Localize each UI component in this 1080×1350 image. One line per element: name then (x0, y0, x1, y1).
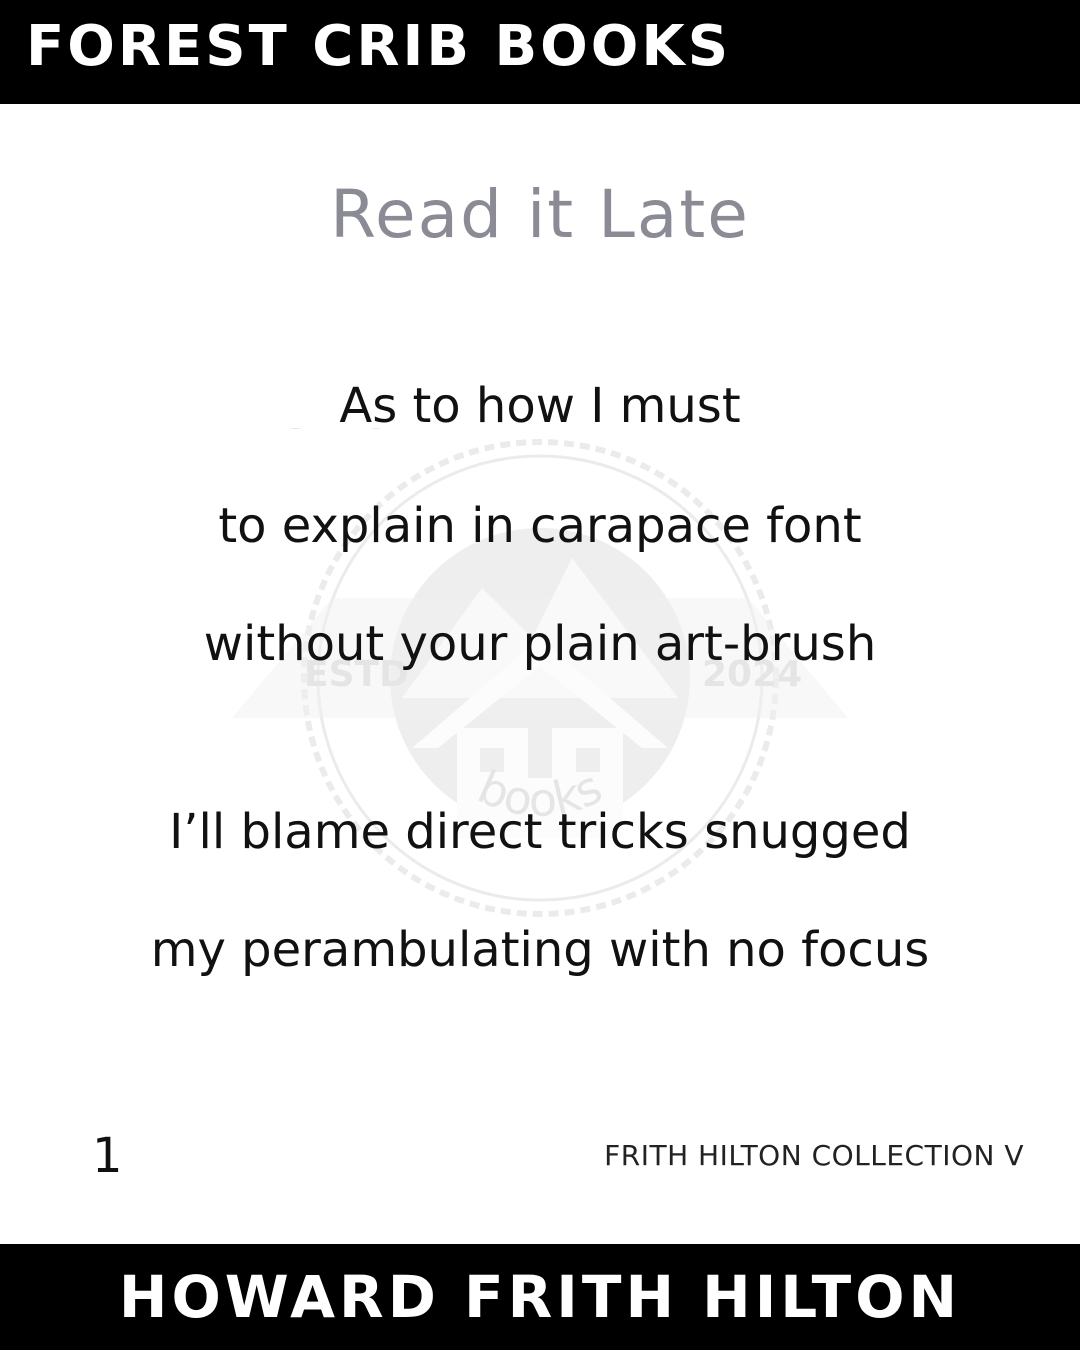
footer-bar: HOWARD FRITH HILTON (0, 1244, 1080, 1350)
poem-line: As to how I must (339, 378, 741, 434)
publisher-name: FOREST CRIB BOOKS (26, 14, 732, 79)
page-number: 1 (92, 1128, 123, 1184)
poem-line: to explain in carapace font (218, 498, 862, 554)
poem-line: I’ll blame direct tricks snugged (169, 804, 911, 860)
collection-label: FRITH HILTON COLLECTION V (604, 1139, 1024, 1172)
author-name: HOWARD FRITH HILTON (118, 1263, 962, 1331)
poem-line: my perambulating with no focus (150, 922, 930, 978)
header-bar: FOREST CRIB BOOKS (0, 0, 1080, 104)
poem-line: without your plain art-brush (203, 616, 877, 672)
poem-title: Read it Late (330, 176, 750, 253)
